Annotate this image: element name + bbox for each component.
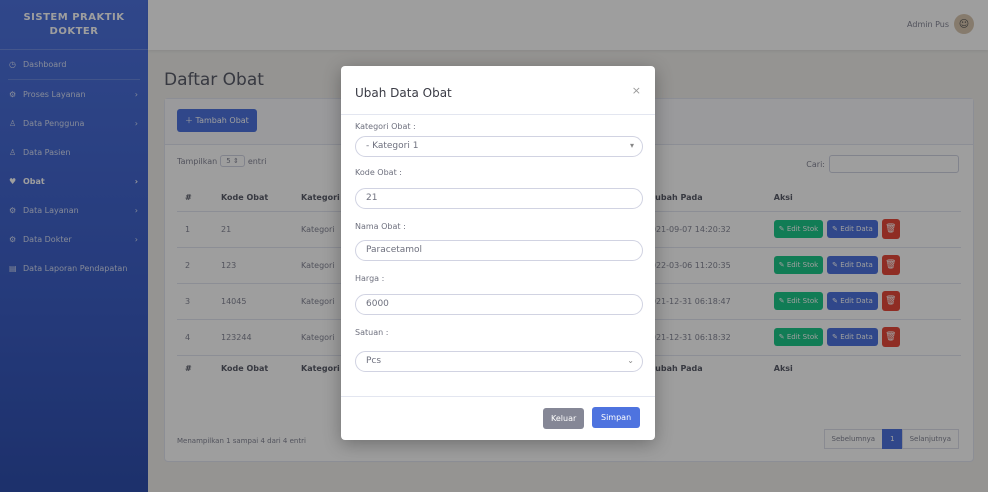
- kategori-label: Kategori Obat :: [355, 122, 416, 131]
- satuan-select[interactable]: Pcs ⌄: [355, 351, 643, 372]
- simpan-button[interactable]: Simpan: [592, 407, 641, 428]
- divider: [341, 114, 655, 115]
- kategori-select[interactable]: - Kategori 1 ▾: [355, 136, 643, 157]
- kode-value: 21: [366, 193, 378, 203]
- nama-value: Paracetamol: [366, 245, 423, 255]
- harga-field[interactable]: 6000: [355, 294, 643, 315]
- chevron-down-icon: ▾: [629, 141, 634, 150]
- harga-value: 6000: [366, 299, 389, 309]
- nama-label: Nama Obat :: [355, 222, 406, 231]
- kategori-value: - Kategori 1: [366, 141, 419, 151]
- satuan-label: Satuan :: [355, 328, 389, 337]
- chevron-down-icon: ⌄: [627, 356, 634, 365]
- satuan-value: Pcs: [366, 356, 382, 366]
- harga-label: Harga :: [355, 274, 385, 283]
- edit-obat-modal: Ubah Data Obat × Kategori Obat : - Kateg…: [341, 66, 655, 440]
- modal-title: Ubah Data Obat: [355, 86, 452, 100]
- keluar-button[interactable]: Keluar: [543, 408, 585, 429]
- divider: [341, 396, 655, 397]
- nama-field[interactable]: Paracetamol: [355, 240, 643, 261]
- kode-field[interactable]: 21: [355, 188, 643, 209]
- close-icon[interactable]: ×: [632, 84, 641, 97]
- kode-label: Kode Obat :: [355, 168, 402, 177]
